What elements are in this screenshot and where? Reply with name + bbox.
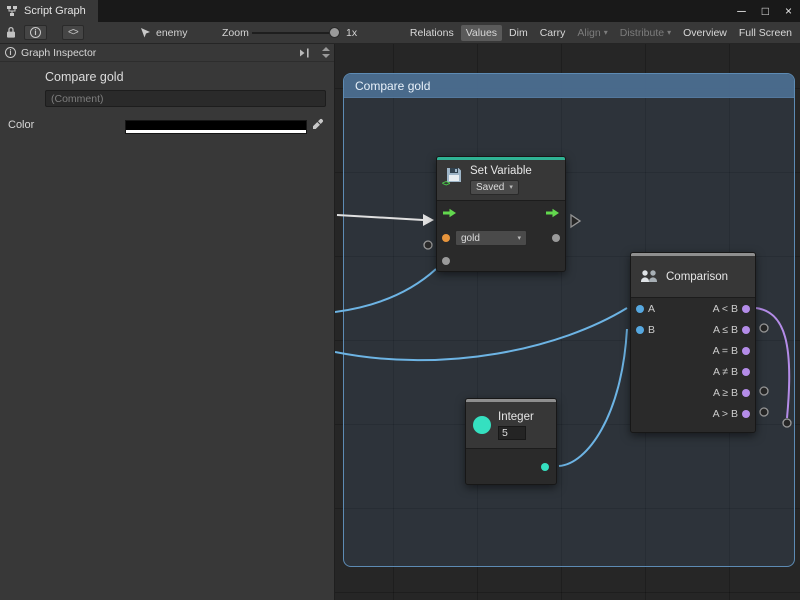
info-icon: i — [30, 27, 41, 38]
zoom-slider[interactable] — [252, 32, 336, 34]
comparison-row: A ≠ B — [631, 361, 755, 382]
zoom-slider-handle[interactable] — [329, 27, 340, 38]
caret-down-icon: ▾ — [509, 184, 513, 191]
graph-owner-button[interactable]: enemy — [140, 22, 188, 43]
eyedropper-icon[interactable] — [311, 118, 324, 136]
variables-toggle-button[interactable]: <> — [62, 25, 84, 40]
toolbar: i <> enemy Zoom 1x Relations Values Dim … — [0, 22, 800, 44]
minimize-button[interactable]: ─ — [737, 4, 746, 18]
flow-in-port[interactable] — [443, 208, 456, 218]
input-value-port[interactable] — [442, 257, 450, 265]
color-field-label: Color — [8, 119, 34, 131]
arrow-up-icon — [322, 47, 330, 51]
comparison-icon — [639, 268, 659, 286]
output-port-equal[interactable] — [742, 347, 750, 355]
maximize-button[interactable]: □ — [762, 4, 769, 18]
toolbar-button-fullscreen[interactable]: Full Screen — [734, 25, 797, 41]
dock-panel-icon[interactable] — [299, 48, 310, 61]
graph-inspector-panel: i Graph Inspector Compare gold Color — [0, 44, 335, 600]
caret-down-icon: ▾ — [667, 29, 671, 37]
output-port-greater[interactable] — [742, 410, 750, 418]
toolbar-button-relations[interactable]: Relations — [405, 25, 459, 41]
integer-value-input[interactable] — [498, 426, 526, 440]
comment-input[interactable] — [45, 90, 326, 107]
lock-icon[interactable] — [6, 22, 16, 43]
graph-owner-label: enemy — [156, 27, 188, 39]
info-icon: i — [5, 47, 16, 58]
save-variable-icon: <> — [444, 165, 464, 185]
variable-scope-dropdown[interactable]: Saved ▾ — [470, 180, 519, 195]
script-graph-icon — [6, 5, 18, 17]
comparison-row: A A < B — [631, 298, 755, 319]
group-title: Compare gold — [355, 79, 430, 93]
close-button[interactable]: × — [785, 4, 792, 18]
output-value-port[interactable] — [552, 234, 560, 242]
inspector-toggle-button[interactable]: i — [24, 25, 47, 40]
toolbar-button-dim[interactable]: Dim — [504, 25, 533, 41]
node-title: Set Variable — [470, 165, 532, 177]
alpha-strip — [126, 130, 306, 133]
toolbar-button-overview[interactable]: Overview — [678, 25, 732, 41]
comparison-row: A > B — [631, 403, 755, 424]
integer-output-port[interactable] — [541, 463, 549, 471]
caret-down-icon: ▾ — [517, 235, 521, 242]
caret-down-icon: ▾ — [604, 29, 608, 37]
integer-icon — [473, 416, 491, 434]
comparison-row: A = B — [631, 340, 755, 361]
variable-name-dropdown[interactable]: gold ▾ — [455, 230, 527, 246]
inspector-title: Graph Inspector — [21, 47, 96, 59]
zoom-label: Zoom — [222, 27, 249, 39]
output-port-not-equal[interactable] — [742, 368, 750, 376]
toolbar-button-distribute[interactable]: Distribute ▾ — [615, 25, 676, 41]
code-icon: <> — [68, 27, 78, 38]
comparison-row: B A ≤ B — [631, 319, 755, 340]
arrow-down-icon — [322, 54, 330, 58]
toolbar-button-align[interactable]: Align ▾ — [572, 25, 612, 41]
output-port-greater-equal[interactable] — [742, 389, 750, 397]
inspected-graph-title: Compare gold — [45, 70, 124, 84]
variable-name-port[interactable] — [442, 234, 450, 242]
zoom-value: 1x — [346, 27, 357, 39]
code-icon: <> — [442, 179, 449, 188]
input-port-b[interactable] — [636, 326, 644, 334]
title-bar: Script Graph ─ □ × — [0, 0, 800, 22]
output-port-less-equal[interactable] — [742, 326, 750, 334]
node-comparison[interactable]: Comparison A A < B B A ≤ B A = B — [630, 252, 756, 433]
toolbar-button-values[interactable]: Values — [461, 25, 502, 41]
comparison-row: A ≥ B — [631, 382, 755, 403]
output-port-less[interactable] — [742, 305, 750, 313]
flow-out-port[interactable] — [546, 208, 559, 218]
graph-canvas[interactable]: Compare gold — [335, 44, 800, 600]
panel-scroll-arrows[interactable] — [322, 47, 330, 58]
tab-script-graph[interactable]: Script Graph — [0, 0, 98, 22]
color-swatch[interactable] — [125, 120, 307, 134]
group-header[interactable]: Compare gold — [344, 74, 794, 98]
node-set-variable[interactable]: <> Set Variable Saved ▾ — [436, 156, 566, 272]
input-port-a[interactable] — [636, 305, 644, 313]
node-title: Comparison — [666, 271, 728, 283]
node-integer[interactable]: Integer — [465, 398, 557, 485]
tab-label: Script Graph — [24, 5, 86, 17]
toolbar-button-carry[interactable]: Carry — [535, 25, 571, 41]
node-title: Integer — [498, 411, 534, 423]
enemy-object-icon — [140, 27, 151, 39]
